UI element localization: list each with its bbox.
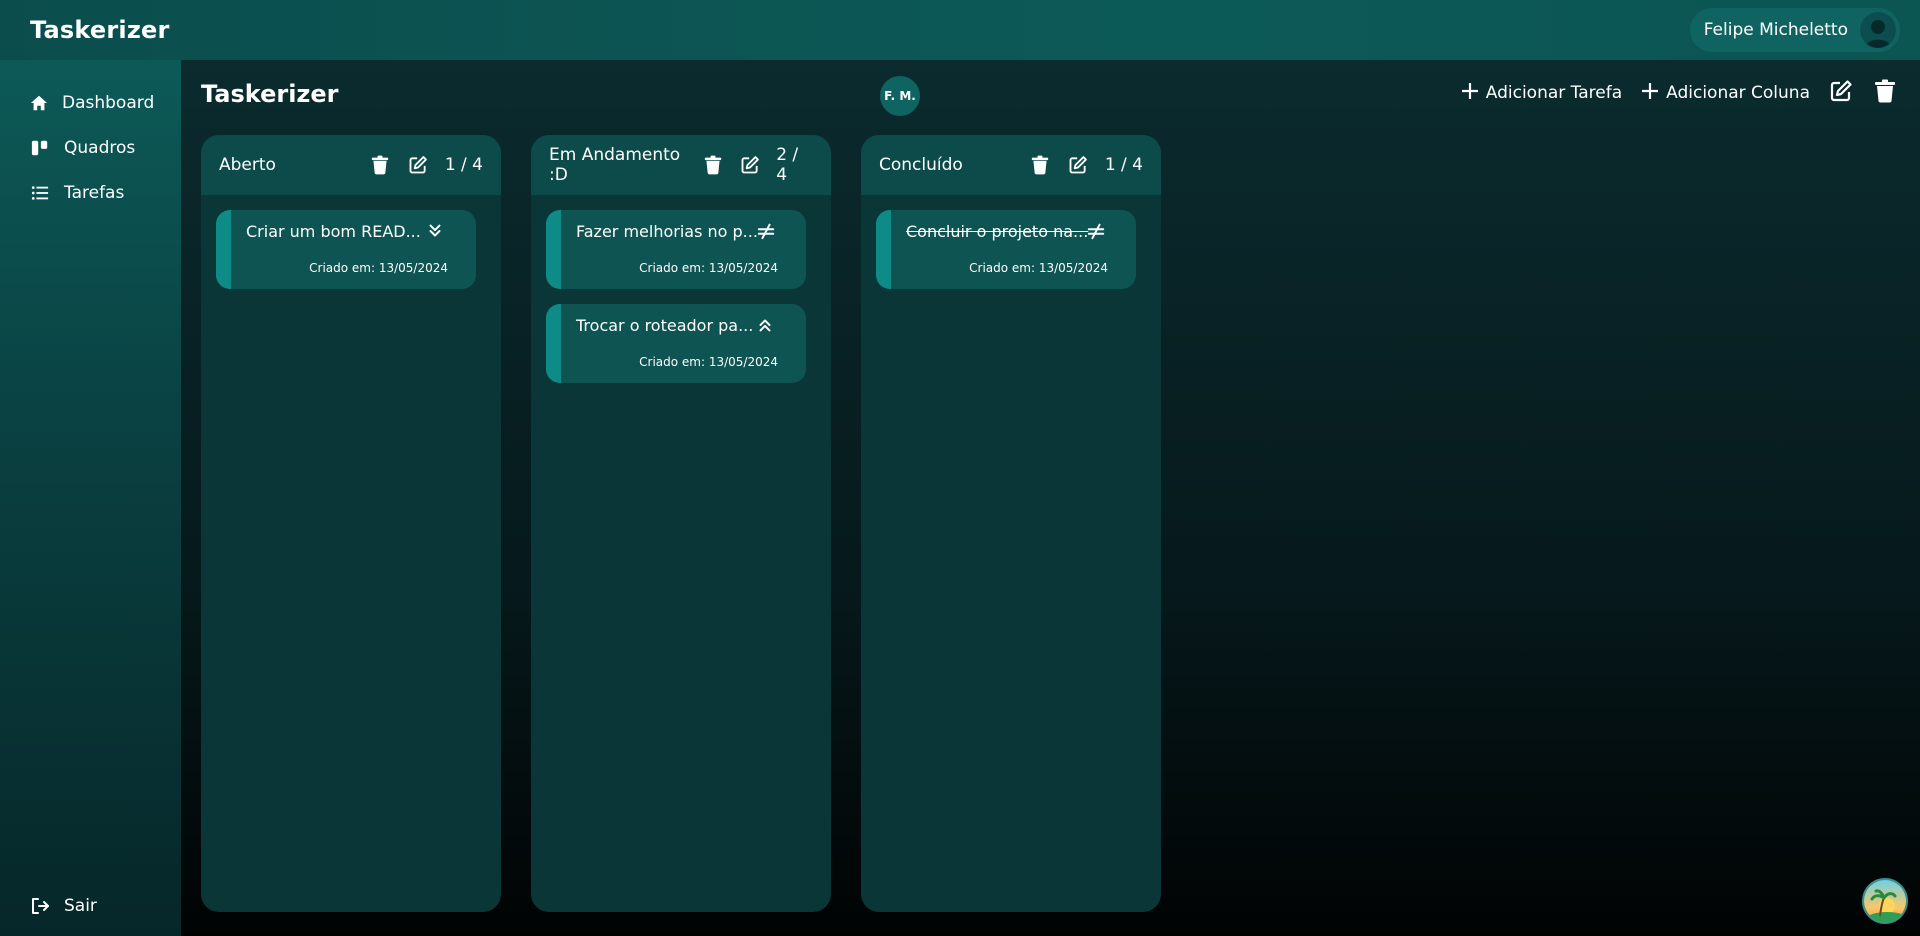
sidebar: Dashboard Quadros Tarefas Sair [0, 60, 181, 936]
delete-board-button[interactable] [1872, 79, 1898, 107]
board-actions: Adicionar Tarefa Adicionar Coluna [1460, 79, 1898, 107]
column-header: Em Andamento :D 2 / 4 [531, 135, 831, 195]
home-icon [30, 93, 48, 113]
task-created-date: Criado em: 13/05/2024 [309, 261, 448, 275]
user-avatar-icon [1860, 12, 1896, 48]
delete-column-button[interactable] [1027, 152, 1053, 178]
edit-column-button[interactable] [405, 152, 431, 178]
plus-icon [1460, 81, 1480, 106]
double-chevron-down-icon [426, 222, 446, 242]
island-icon [1864, 880, 1906, 922]
app-launcher-button[interactable] [1862, 878, 1908, 924]
logout-icon [30, 896, 50, 916]
delete-column-button[interactable] [367, 152, 393, 178]
add-task-button[interactable]: Adicionar Tarefa [1460, 81, 1622, 106]
main-area: Taskerizer F. M. Adicionar Tarefa Adicio… [181, 60, 1920, 936]
logout-button[interactable]: Sair [0, 883, 127, 928]
double-chevron-up-icon [756, 316, 776, 336]
edit-icon [1829, 79, 1853, 107]
edit-column-button[interactable] [737, 152, 762, 178]
column-title: Concluído [879, 155, 963, 175]
edit-icon [1069, 156, 1087, 174]
trash-icon [704, 155, 721, 175]
trash-icon [371, 155, 389, 175]
add-column-button[interactable]: Adicionar Coluna [1640, 81, 1810, 106]
delete-column-button[interactable] [700, 152, 725, 178]
column-count: 1 / 4 [444, 155, 483, 175]
task-created-date: Criado em: 13/05/2024 [639, 261, 778, 275]
column-aberto: Aberto 1 / 4 Criar um bom READ... Criado… [201, 135, 501, 912]
not-equal-icon [756, 222, 776, 242]
trash-icon [1031, 155, 1049, 175]
column-header: Aberto 1 / 4 [201, 135, 501, 195]
board-icon [30, 138, 50, 158]
column-em-andamento: Em Andamento :D 2 / 4 Fazer melhorias no… [531, 135, 831, 912]
user-menu[interactable]: Felipe Micheletto [1689, 8, 1900, 52]
task-card[interactable]: Criar um bom READ... Criado em: 13/05/20… [216, 210, 476, 289]
task-created-date: Criado em: 13/05/2024 [969, 261, 1108, 275]
edit-column-button[interactable] [1065, 152, 1091, 178]
sidebar-item-label: Dashboard [62, 92, 155, 113]
card-accent-stripe [546, 304, 561, 383]
app-brand[interactable]: Taskerizer [30, 16, 170, 44]
top-bar: Taskerizer Felipe Micheletto [0, 0, 1920, 60]
column-count: 2 / 4 [776, 145, 799, 185]
list-icon [30, 183, 50, 203]
member-avatar[interactable]: F. M. [880, 76, 920, 116]
task-title: Criar um bom READ... [246, 222, 421, 241]
add-column-label: Adicionar Coluna [1666, 83, 1810, 103]
card-accent-stripe [216, 210, 231, 289]
card-accent-stripe [546, 210, 561, 289]
edit-board-button[interactable] [1828, 80, 1854, 106]
column-title: Em Andamento :D [549, 145, 681, 185]
add-task-label: Adicionar Tarefa [1485, 83, 1623, 103]
sidebar-item-dashboard[interactable]: Dashboard [0, 80, 181, 125]
column-concluido: Concluído 1 / 4 Concluir o projeto na...… [861, 135, 1161, 912]
task-card[interactable]: Fazer melhorias no p... Criado em: 13/05… [546, 210, 806, 289]
task-title: Trocar o roteador pa... [576, 316, 754, 335]
task-created-date: Criado em: 13/05/2024 [639, 355, 778, 369]
not-equal-icon [1086, 222, 1106, 242]
column-title: Aberto [219, 155, 276, 175]
sidebar-item-quadros[interactable]: Quadros [0, 125, 181, 170]
task-title: Fazer melhorias no p... [576, 222, 758, 241]
column-header: Concluído 1 / 4 [861, 135, 1161, 195]
task-card[interactable]: Trocar o roteador pa... Criado em: 13/05… [546, 304, 806, 383]
edit-icon [409, 156, 427, 174]
column-count: 1 / 4 [1104, 155, 1143, 175]
task-card[interactable]: Concluir o projeto na... Criado em: 13/0… [876, 210, 1136, 289]
board-title: Taskerizer [201, 80, 339, 108]
sidebar-item-label: Tarefas [64, 182, 125, 203]
task-title: Concluir o projeto na... [906, 222, 1089, 241]
user-name: Felipe Micheletto [1703, 20, 1848, 40]
trash-icon [1874, 79, 1896, 107]
sidebar-item-tarefas[interactable]: Tarefas [0, 170, 181, 215]
logout-label: Sair [64, 895, 97, 916]
edit-icon [741, 156, 759, 174]
sidebar-item-label: Quadros [64, 137, 136, 158]
card-accent-stripe [876, 210, 891, 289]
plus-icon [1640, 81, 1660, 106]
